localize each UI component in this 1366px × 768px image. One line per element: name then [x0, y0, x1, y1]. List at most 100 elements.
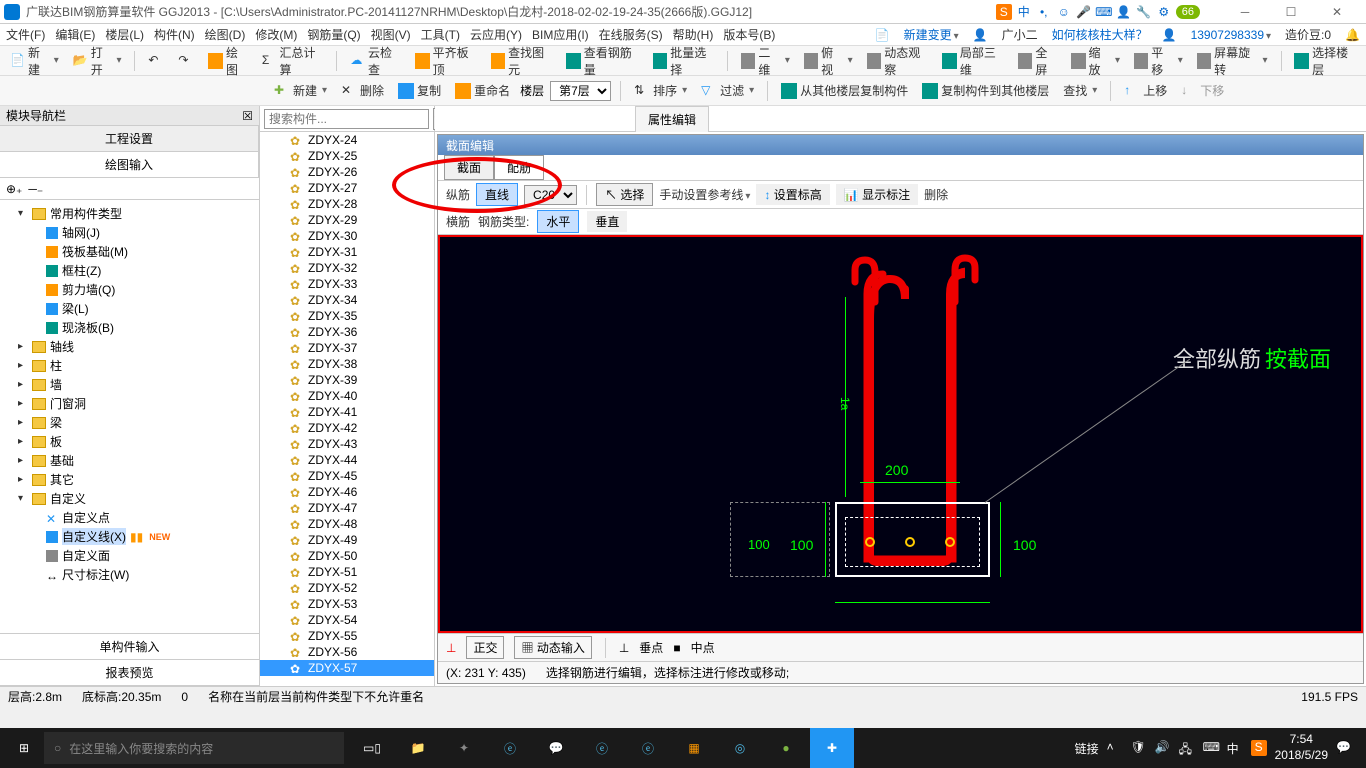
tree-slab[interactable]: 现浇板(B): [4, 318, 255, 337]
tree-naxis[interactable]: ▸轴线: [4, 337, 255, 356]
list-item[interactable]: ✿ZDYX-55: [260, 628, 434, 644]
list-item[interactable]: ✿ZDYX-37: [260, 340, 434, 356]
list-item[interactable]: ✿ZDYX-29: [260, 212, 434, 228]
menu-floor[interactable]: 楼层(L): [105, 26, 144, 43]
floor-select[interactable]: 第7层: [550, 81, 611, 101]
nav-close-icon[interactable]: ☒: [242, 109, 253, 123]
dyn-input-button[interactable]: ▦ 动态输入: [514, 636, 591, 659]
redo-button[interactable]: ↷: [174, 51, 198, 71]
guangxiaoer[interactable]: 广小二: [1002, 26, 1038, 43]
tree-nslab[interactable]: ▸板: [4, 432, 255, 451]
ime-gear-icon[interactable]: ⚙: [1156, 4, 1172, 20]
list-item[interactable]: ✿ZDYX-42: [260, 420, 434, 436]
tree-shear[interactable]: 剪力墙(Q): [4, 280, 255, 299]
tray-sogou-icon[interactable]: S: [1251, 740, 1267, 756]
tab-rebar[interactable]: 配筋: [494, 155, 544, 180]
select-button[interactable]: ↖ 选择: [596, 183, 653, 206]
tree-root[interactable]: ▾常用构件类型: [4, 204, 255, 223]
expand-icon[interactable]: ⊕₊: [6, 182, 22, 196]
down-button[interactable]: ↓下移: [1177, 80, 1228, 101]
chat-icon[interactable]: 💬: [534, 728, 578, 768]
tray-shield-icon[interactable]: 🛡: [1131, 740, 1147, 756]
local3d-button[interactable]: 局部三维: [938, 42, 1008, 80]
tree-nwall[interactable]: ▸墙: [4, 375, 255, 394]
batch-button[interactable]: 批量选择: [649, 42, 719, 80]
new-button[interactable]: 📄新建: [6, 42, 63, 80]
cloud-check-button[interactable]: ☁云检查: [346, 42, 405, 80]
menu-draw[interactable]: 绘图(D): [205, 26, 246, 43]
edge-icon[interactable]: ⓔ: [488, 728, 532, 768]
menu-rebar[interactable]: 钢筋量(Q): [307, 26, 360, 43]
list-item[interactable]: ✿ZDYX-48: [260, 516, 434, 532]
list-item[interactable]: ✿ZDYX-51: [260, 564, 434, 580]
open-button[interactable]: 📂打开: [69, 42, 126, 80]
user-id[interactable]: 13907298339: [1191, 28, 1271, 42]
snap-perp[interactable]: 垂点: [639, 639, 663, 656]
list-item[interactable]: ✿ZDYX-54: [260, 612, 434, 628]
tree-nfound[interactable]: ▸基础: [4, 451, 255, 470]
explorer-icon[interactable]: 📁: [396, 728, 440, 768]
ime-zhong-icon[interactable]: 中: [1016, 4, 1032, 20]
menu-component[interactable]: 构件(N): [154, 26, 195, 43]
list-item[interactable]: ✿ZDYX-35: [260, 308, 434, 324]
bird-button[interactable]: 俯视: [800, 42, 857, 80]
tree-cface[interactable]: 自定义面: [4, 546, 255, 565]
tray-ime-icon[interactable]: 中: [1227, 740, 1243, 756]
menu-version[interactable]: 版本号(B): [723, 26, 775, 43]
taskbar-search[interactable]: ○ 在这里输入你要搜索的内容: [44, 732, 344, 764]
menu-bim[interactable]: BIM应用(I): [532, 26, 589, 43]
list-item[interactable]: ✿ZDYX-31: [260, 244, 434, 260]
new2-button[interactable]: ✚新建: [270, 80, 331, 101]
view2d-button[interactable]: 二维: [737, 42, 794, 80]
filter-button[interactable]: ▽过滤: [697, 80, 758, 101]
rotate-button[interactable]: 屏幕旋转: [1193, 42, 1272, 80]
steel-button[interactable]: 查看钢筋量: [562, 42, 643, 80]
ime-tool-icon[interactable]: 🔧: [1136, 4, 1152, 20]
sort-button[interactable]: ⇅排序: [630, 80, 691, 101]
tree-cdim[interactable]: ↔尺寸标注(W): [4, 565, 255, 584]
tree-ncol[interactable]: ▸柱: [4, 356, 255, 375]
tree-nother[interactable]: ▸其它: [4, 470, 255, 489]
tree-cline[interactable]: 自定义线(X)▮▮NEW: [4, 527, 255, 546]
list-item[interactable]: ✿ZDYX-56: [260, 644, 434, 660]
list-item[interactable]: ✿ZDYX-39: [260, 372, 434, 388]
list-item[interactable]: ✿ZDYX-34: [260, 292, 434, 308]
flat-button[interactable]: 平齐板顶: [411, 42, 481, 80]
ime-user-icon[interactable]: 👤: [1116, 4, 1132, 20]
vert-button[interactable]: 垂直: [587, 211, 627, 232]
tree-ncustom[interactable]: ▾自定义: [4, 489, 255, 508]
list-item[interactable]: ✿ZDYX-25: [260, 148, 434, 164]
set-height-button[interactable]: ↕ 设置标高: [756, 184, 829, 205]
bell-icon[interactable]: 🔔: [1345, 28, 1360, 42]
undo-button[interactable]: ↶: [144, 51, 168, 71]
menu-help[interactable]: 帮助(H): [673, 26, 714, 43]
app-icon-4[interactable]: ●: [764, 728, 808, 768]
app-icon-1[interactable]: ✦: [442, 728, 486, 768]
tab-project-settings[interactable]: 工程设置: [0, 126, 259, 151]
list-item[interactable]: ✿ZDYX-49: [260, 532, 434, 548]
tree-nopen[interactable]: ▸门窗洞: [4, 394, 255, 413]
sum-button[interactable]: Σ汇总计算: [258, 42, 328, 80]
rename-button[interactable]: 重命名: [451, 80, 514, 101]
list-item[interactable]: ✿ZDYX-36: [260, 324, 434, 340]
select-floor-button[interactable]: 选择楼层: [1290, 42, 1360, 80]
menu-modify[interactable]: 修改(M): [255, 26, 297, 43]
menu-file[interactable]: 文件(F): [6, 26, 45, 43]
draw-button[interactable]: 绘图: [204, 42, 252, 80]
start-button[interactable]: ⊞: [4, 728, 44, 768]
up-button[interactable]: ↑上移: [1120, 80, 1171, 101]
pan-button[interactable]: 平移: [1130, 42, 1187, 80]
ime-mic-icon[interactable]: 🎤: [1076, 4, 1092, 20]
ie-icon[interactable]: ⓔ: [626, 728, 670, 768]
full-button[interactable]: 全屏: [1014, 42, 1062, 80]
list-item[interactable]: ✿ZDYX-46: [260, 484, 434, 500]
notifications-icon[interactable]: 💬: [1336, 740, 1352, 756]
list-item[interactable]: ✿ZDYX-41: [260, 404, 434, 420]
list-item[interactable]: ✿ZDYX-47: [260, 500, 434, 516]
tree-raft[interactable]: 筏板基础(M): [4, 242, 255, 261]
find-button[interactable]: 查找图元: [487, 42, 557, 80]
list-item[interactable]: ✿ZDYX-40: [260, 388, 434, 404]
tree-cpoint[interactable]: ✕自定义点: [4, 508, 255, 527]
tree-nbeam[interactable]: ▸梁: [4, 413, 255, 432]
tray-link[interactable]: 链接: [1075, 740, 1099, 757]
